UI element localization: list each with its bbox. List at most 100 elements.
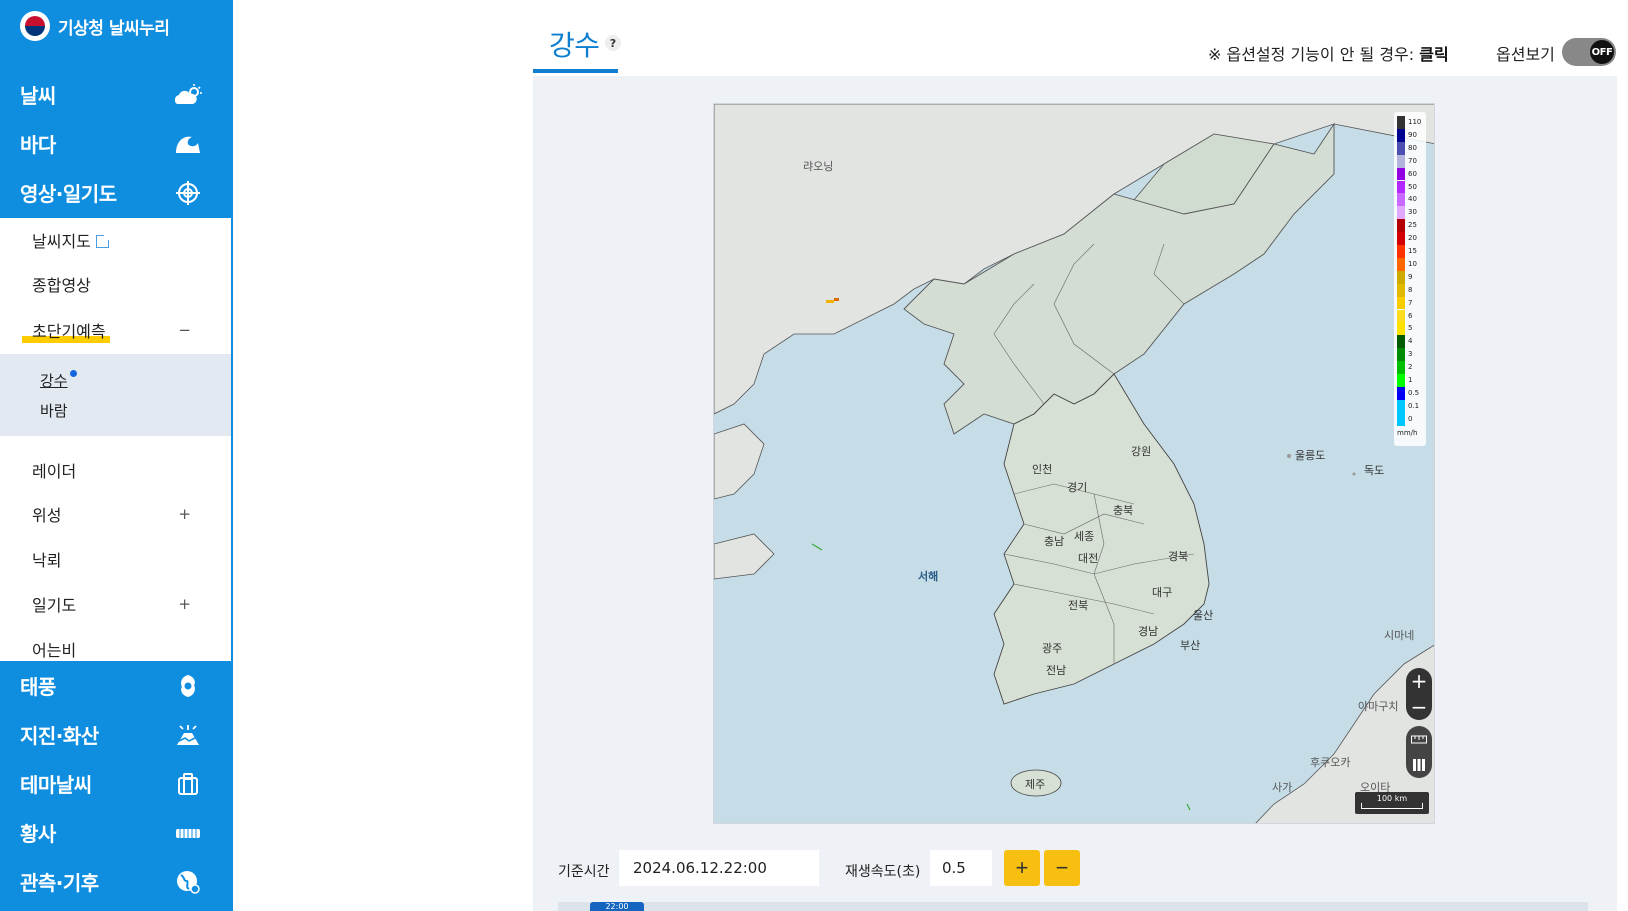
speed-decrease-button[interactable]: − (1044, 850, 1080, 886)
legend-label: 25 (1408, 221, 1417, 230)
submenu-nowcast[interactable]: 초단기예측 − (0, 308, 231, 352)
legend-swatch (1397, 309, 1405, 323)
columns-icon (1413, 759, 1425, 771)
legend-swatch (1397, 232, 1405, 245)
nav-earthquake-volcano[interactable]: 지진·화산 (0, 710, 233, 759)
sidebar: 기상청 날씨누리 날씨 바다 영상·일기도 날씨지도 종합영상 초단기예측 − (0, 0, 233, 911)
zoom-control: + − (1406, 668, 1432, 720)
subsub-precipitation[interactable]: 강수 (40, 370, 77, 391)
timeline-marker[interactable]: 22:00 (590, 902, 644, 911)
nowcast-submenu: 강수 바람 (0, 354, 231, 436)
legend-swatch (1397, 193, 1405, 207)
nav-theme-weather-label: 테마날씨 (20, 773, 92, 797)
precipitation-map[interactable] (713, 103, 1435, 824)
legend-swatch (1397, 296, 1405, 310)
submenu-lightning[interactable]: 낙뢰 (0, 537, 231, 581)
timeline-bar[interactable] (558, 902, 1588, 911)
scale-line (1361, 803, 1423, 809)
legend-swatch (1397, 245, 1405, 258)
nav-weather[interactable]: 날씨 (0, 70, 233, 119)
zoom-in-button[interactable]: + (1406, 668, 1432, 694)
legend-label: 2 (1408, 363, 1413, 372)
legend-label: 1 (1408, 376, 1413, 384)
submenu-lightning-label: 낙뢰 (32, 551, 62, 570)
zoom-out-button[interactable]: − (1406, 694, 1432, 720)
speed-increase-button[interactable]: + (1004, 850, 1040, 886)
legend-label: 6 (1408, 311, 1413, 320)
nav-observation-climate-label: 관측·기후 (20, 871, 99, 895)
option-note-text: ※ 옵션설정 기능이 안 될 경우: (1208, 45, 1415, 64)
submenu-nowcast-label: 초단기예측 (22, 318, 110, 343)
legend-label: 0 (1408, 414, 1413, 423)
map-label-ulleungdo: 울릉도 (1295, 449, 1326, 462)
play-speed-input[interactable] (930, 850, 992, 886)
expand-icon[interactable]: + (178, 595, 191, 613)
external-link-icon (95, 233, 111, 248)
submenu: 날씨지도 종합영상 초단기예측 − 레이더 위성 + 낙뢰 일기도 + 어는비 (0, 218, 231, 661)
help-icon[interactable]: ? (605, 35, 621, 51)
expand-icon[interactable]: + (178, 505, 191, 523)
dust-icon (173, 819, 203, 847)
submenu-satellite[interactable]: 위성 + (0, 492, 231, 536)
layers-button[interactable] (1406, 752, 1432, 778)
legend-label: 15 (1408, 247, 1417, 255)
legend-swatch (1397, 128, 1405, 142)
option-view-toggle[interactable]: OFF (1562, 38, 1616, 66)
legend-swatch (1397, 361, 1405, 374)
subsub-wind[interactable]: 바람 (40, 400, 68, 421)
legend-label: 50 (1408, 182, 1417, 191)
map-scale-bar: 100 km (1355, 792, 1429, 814)
nav-sea[interactable]: 바다 (0, 119, 233, 168)
subsub-wind-label: 바람 (40, 402, 68, 420)
submenu-weather-map-label: 날씨지도 (32, 228, 111, 252)
legend-swatch (1397, 412, 1405, 426)
legend-swatch (1397, 141, 1405, 155)
scale-label: 100 km (1376, 794, 1408, 803)
legend-label: 90 (1408, 130, 1417, 139)
ruler-button[interactable] (1406, 726, 1432, 752)
legend-swatch (1397, 154, 1405, 168)
nav-yellow-dust[interactable]: 황사 (0, 808, 233, 857)
collapse-icon[interactable]: − (178, 321, 191, 339)
legend-label: 70 (1408, 156, 1417, 165)
legend-label: 3 (1408, 350, 1413, 359)
legend-label: 5 (1408, 324, 1413, 333)
map-label-yamaguchi: 야마구치 (1358, 700, 1399, 713)
legend-label: 60 (1408, 169, 1417, 178)
map-label-gyeonggi: 경기 (1067, 481, 1088, 494)
base-time-label: 기준시간 (558, 864, 610, 880)
legend-label: 4 (1408, 337, 1413, 346)
legend-swatch (1397, 386, 1405, 400)
submenu-composite-image[interactable]: 종합영상 (0, 262, 231, 306)
logo[interactable]: 기상청 날씨누리 (20, 11, 170, 41)
nav-earthquake-volcano-label: 지진·화산 (20, 724, 99, 748)
base-time-input[interactable] (619, 850, 819, 886)
submenu-weather-map[interactable]: 날씨지도 (0, 218, 231, 262)
suitcase-icon (173, 770, 203, 798)
ruler-icon (1411, 735, 1427, 744)
legend-swatch (1397, 206, 1405, 220)
nav-typhoon-label: 태풍 (20, 675, 56, 699)
legend-swatch (1397, 167, 1405, 181)
map-label-daejeon: 대전 (1078, 552, 1099, 565)
submenu-radar[interactable]: 레이더 (0, 448, 231, 492)
legend-label: 20 (1408, 234, 1417, 243)
nav-observation-climate[interactable]: 관측·기후 (0, 857, 233, 906)
legend-swatch (1397, 399, 1405, 413)
nav-image-chart[interactable]: 영상·일기도 (0, 168, 233, 217)
legend-swatch (1397, 348, 1405, 362)
map-label-chungbuk: 충북 (1113, 504, 1134, 517)
nav-theme-weather[interactable]: 테마날씨 (0, 759, 233, 808)
submenu-freezing-rain-label: 어는비 (32, 641, 77, 660)
map-label-dokdo: 독도 (1364, 464, 1385, 477)
nav-typhoon[interactable]: 태풍 (0, 661, 233, 710)
submenu-radar-label: 레이더 (32, 462, 77, 481)
option-note-link[interactable]: 클릭 (1419, 45, 1448, 64)
legend-swatch (1397, 219, 1405, 233)
map-label-busan: 부산 (1180, 639, 1201, 652)
submenu-weather-chart[interactable]: 일기도 + (0, 582, 231, 626)
map-label-jeonbuk: 전북 (1068, 599, 1089, 612)
legend-label: 0.5 (1408, 388, 1420, 397)
legend-label: 7 (1408, 298, 1413, 307)
legend-swatch (1397, 335, 1405, 349)
